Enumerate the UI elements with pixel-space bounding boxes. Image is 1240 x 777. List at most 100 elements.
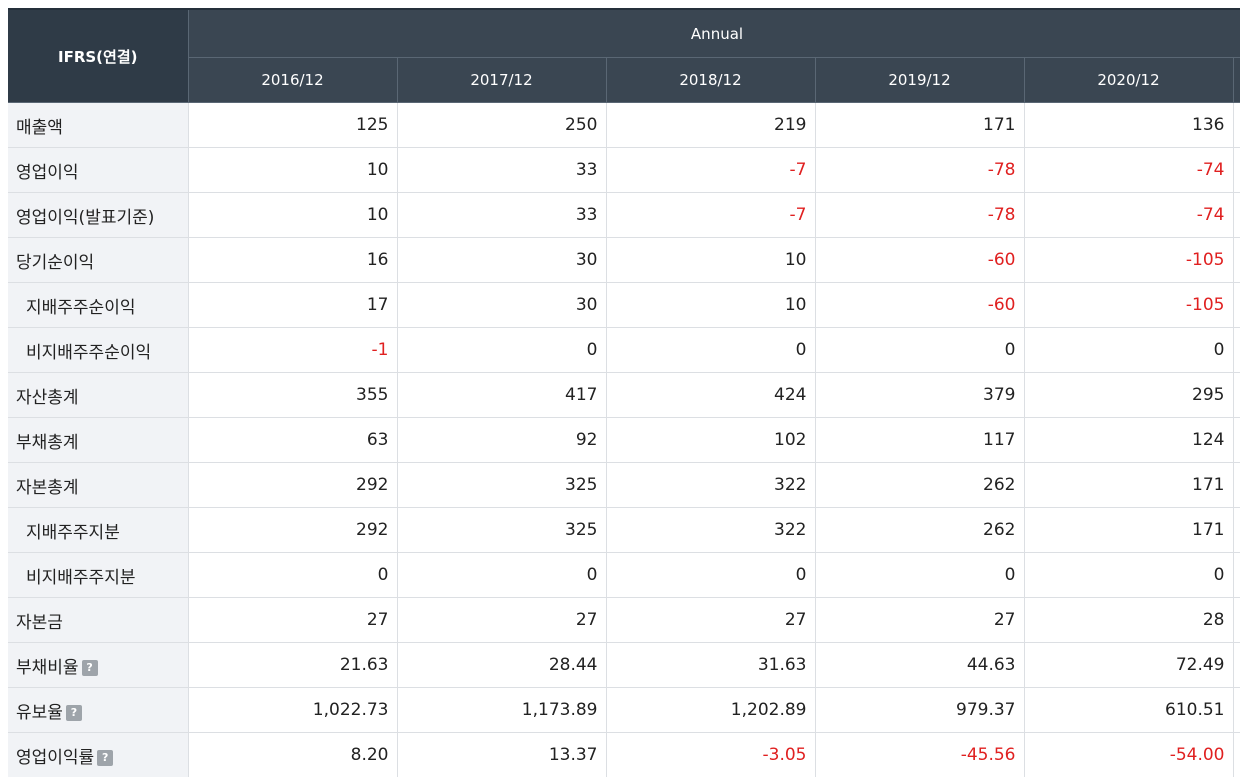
table-row: 당기순이익 16 30 10 -60 -105 [8, 237, 1240, 283]
row-label-cell: 비지배주주순이익 [8, 327, 189, 373]
value-cell: -105 [1024, 237, 1234, 283]
value-cell: 33 [397, 147, 607, 193]
table-row: 영업이익률? 8.20 13.37 -3.05 -45.56 -54.00 [8, 732, 1240, 777]
value-cell: 30 [397, 237, 607, 283]
value-cell: -45.56 [815, 732, 1025, 777]
row-label: 지배주주지분 [26, 522, 120, 543]
overflow-cell [1233, 237, 1240, 283]
value-cell: 1,173.89 [397, 687, 607, 733]
value-cell: -1 [188, 327, 398, 373]
value-cell: 13.37 [397, 732, 607, 777]
value-cell: 28.44 [397, 642, 607, 688]
table-row: 비지배주주지분 0 0 0 0 0 [8, 552, 1240, 598]
table-row: 지배주주지분 292 325 322 262 171 [8, 507, 1240, 553]
value-cell: -105 [1024, 282, 1234, 328]
value-cell: 171 [815, 102, 1025, 148]
row-label: 비지배주주지분 [26, 567, 136, 588]
overflow-cell [1233, 462, 1240, 508]
overflow-cell [1233, 687, 1240, 733]
value-cell: 17 [188, 282, 398, 328]
question-icon[interactable]: ? [97, 749, 114, 766]
row-label: 비지배주주순이익 [26, 342, 152, 363]
value-cell: 424 [606, 372, 816, 418]
value-cell: 292 [188, 462, 398, 508]
row-label: 부채총계 [16, 432, 79, 453]
value-cell: 16 [188, 237, 398, 283]
row-label-cell: 영업이익(발표기준) [8, 192, 189, 238]
period-header: 2017/12 [397, 57, 607, 103]
value-cell: -74 [1024, 192, 1234, 238]
value-cell: 0 [606, 327, 816, 373]
overflow-cell [1233, 552, 1240, 598]
overflow-cell [1233, 597, 1240, 643]
overflow-cell [1233, 372, 1240, 418]
table-body: 매출액 125 250 219 171 136 영업이익 10 33 -7 -78 -74 영업이익(발… [8, 102, 1240, 777]
row-label: 유보율 [16, 702, 63, 723]
period-header: 2019/12 [815, 57, 1025, 103]
value-cell: 124 [1024, 417, 1234, 463]
value-cell: -7 [606, 147, 816, 193]
row-label: 영업이익(발표기준) [16, 207, 155, 228]
value-cell: 0 [606, 552, 816, 598]
value-cell: 27 [815, 597, 1025, 643]
row-label-cell: 자본총계 [8, 462, 189, 508]
value-cell: 325 [397, 507, 607, 553]
row-label: 지배주주순이익 [26, 297, 136, 318]
value-cell: 1,022.73 [188, 687, 398, 733]
row-label-cell: 지배주주순이익 [8, 282, 189, 328]
overflow-cell [1233, 282, 1240, 328]
table-row: 부채총계 63 92 102 117 124 [8, 417, 1240, 463]
value-cell: 0 [815, 327, 1025, 373]
value-cell: -78 [815, 192, 1025, 238]
overflow-cell [1233, 147, 1240, 193]
value-cell: 1,202.89 [606, 687, 816, 733]
value-cell: 117 [815, 417, 1025, 463]
row-label-cell: 당기순이익 [8, 237, 189, 283]
row-label: 당기순이익 [16, 252, 95, 273]
period-header: 2016/12 [188, 57, 398, 103]
overflow-cell [1233, 192, 1240, 238]
table-row: 자본총계 292 325 322 262 171 [8, 462, 1240, 508]
value-cell: 28 [1024, 597, 1234, 643]
value-cell: 10 [188, 147, 398, 193]
value-cell: 0 [1024, 552, 1234, 598]
value-cell: 250 [397, 102, 607, 148]
value-cell: 262 [815, 462, 1025, 508]
row-label: 자본금 [16, 612, 63, 633]
row-label-cell: 자산총계 [8, 372, 189, 418]
value-cell: 610.51 [1024, 687, 1234, 733]
row-label-cell: 비지배주주지분 [8, 552, 189, 598]
value-cell: 219 [606, 102, 816, 148]
row-label-cell: 자본금 [8, 597, 189, 643]
table-row: 매출액 125 250 219 171 136 [8, 102, 1240, 148]
table-row: 부채비율? 21.63 28.44 31.63 44.63 72.49 [8, 642, 1240, 688]
value-cell: 92 [397, 417, 607, 463]
row-label-cell: 영업이익률? [8, 732, 189, 777]
annual-group-header: Annual [188, 8, 1240, 58]
value-cell: 325 [397, 462, 607, 508]
row-label-cell: 지배주주지분 [8, 507, 189, 553]
overflow-cell [1233, 102, 1240, 148]
table-row: 유보율? 1,022.73 1,173.89 1,202.89 979.37 610.51 [8, 687, 1240, 733]
value-cell: 125 [188, 102, 398, 148]
value-cell: 8.20 [188, 732, 398, 777]
value-cell: -60 [815, 282, 1025, 328]
value-cell: -3.05 [606, 732, 816, 777]
overflow-cell [1233, 732, 1240, 777]
value-cell: 322 [606, 507, 816, 553]
value-cell: 262 [815, 507, 1025, 553]
value-cell: 322 [606, 462, 816, 508]
value-cell: 0 [397, 327, 607, 373]
question-icon[interactable]: ? [81, 659, 98, 676]
table-row: 비지배주주순이익 -1 0 0 0 0 [8, 327, 1240, 373]
value-cell: 0 [1024, 327, 1234, 373]
value-cell: -7 [606, 192, 816, 238]
value-cell: 72.49 [1024, 642, 1234, 688]
value-cell: 10 [188, 192, 398, 238]
value-cell: 27 [397, 597, 607, 643]
value-cell: 27 [188, 597, 398, 643]
value-cell: 31.63 [606, 642, 816, 688]
question-icon[interactable]: ? [65, 704, 82, 721]
value-cell: 10 [606, 237, 816, 283]
value-cell: 21.63 [188, 642, 398, 688]
